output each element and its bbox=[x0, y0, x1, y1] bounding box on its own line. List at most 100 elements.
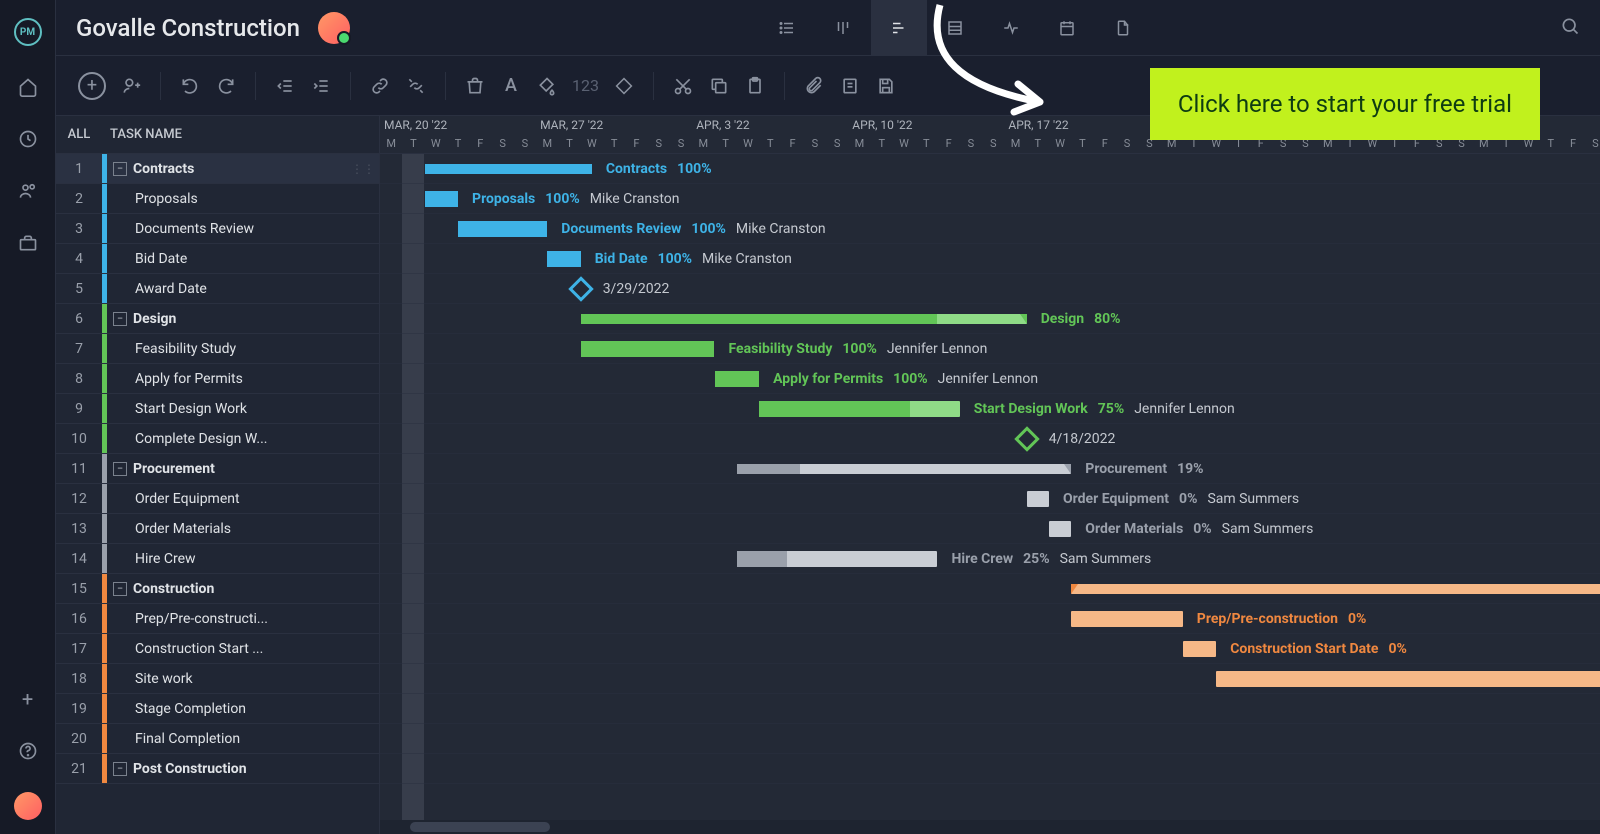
drag-handle-icon[interactable]: ⋮⋮ bbox=[351, 162, 375, 176]
link-icon[interactable] bbox=[369, 75, 391, 97]
cut-icon[interactable] bbox=[672, 75, 694, 97]
summary-bar[interactable] bbox=[737, 464, 1072, 474]
text-color-icon[interactable]: A bbox=[500, 75, 522, 97]
view-sheet-icon[interactable] bbox=[927, 0, 983, 56]
task-bar[interactable] bbox=[547, 251, 580, 267]
task-row[interactable]: 19 Stage Completion ⋮⋮ bbox=[56, 694, 379, 724]
task-row[interactable]: 11 − Procurement ⋮⋮ bbox=[56, 454, 379, 484]
cta-banner[interactable]: Click here to start your free trial bbox=[1150, 68, 1540, 140]
task-row[interactable]: 4 Bid Date ⋮⋮ bbox=[56, 244, 379, 274]
unlink-icon[interactable] bbox=[405, 75, 427, 97]
task-row[interactable]: 14 Hire Crew ⋮⋮ bbox=[56, 544, 379, 574]
task-bar[interactable] bbox=[759, 401, 960, 417]
horizontal-scrollbar[interactable] bbox=[380, 820, 1600, 834]
summary-bar[interactable] bbox=[1071, 584, 1600, 594]
view-list-icon[interactable] bbox=[759, 0, 815, 56]
assign-icon[interactable] bbox=[120, 75, 142, 97]
task-bar[interactable] bbox=[458, 221, 547, 237]
collapse-toggle[interactable]: − bbox=[113, 462, 127, 476]
add-icon[interactable]: + bbox=[17, 688, 39, 710]
view-gantt-icon[interactable] bbox=[871, 0, 927, 56]
note-icon[interactable] bbox=[839, 75, 861, 97]
view-board-icon[interactable] bbox=[815, 0, 871, 56]
bar-label: Prep/Pre-construction0% bbox=[1197, 611, 1367, 627]
paste-icon[interactable] bbox=[744, 75, 766, 97]
bar-pct-label: 100% bbox=[545, 191, 579, 207]
task-row[interactable]: 20 Final Completion ⋮⋮ bbox=[56, 724, 379, 754]
task-row[interactable]: 2 Proposals ⋮⋮ bbox=[56, 184, 379, 214]
task-row[interactable]: 9 Start Design Work ⋮⋮ bbox=[56, 394, 379, 424]
task-row[interactable]: 18 Site work ⋮⋮ bbox=[56, 664, 379, 694]
task-row[interactable]: 10 Complete Design W... ⋮⋮ bbox=[56, 424, 379, 454]
home-icon[interactable] bbox=[17, 76, 39, 98]
row-color-bar bbox=[102, 754, 107, 783]
attach-icon[interactable] bbox=[803, 75, 825, 97]
task-bar[interactable] bbox=[425, 191, 458, 207]
milestone-diamond[interactable] bbox=[568, 276, 593, 301]
row-number: 10 bbox=[56, 431, 102, 447]
collapse-toggle[interactable]: − bbox=[113, 582, 127, 596]
summary-bar[interactable] bbox=[425, 164, 592, 174]
task-row[interactable]: 5 Award Date ⋮⋮ bbox=[56, 274, 379, 304]
task-bar[interactable] bbox=[1216, 671, 1600, 687]
save-icon[interactable] bbox=[875, 75, 897, 97]
task-row[interactable]: 13 Order Materials ⋮⋮ bbox=[56, 514, 379, 544]
clock-icon[interactable] bbox=[17, 128, 39, 150]
view-file-icon[interactable] bbox=[1095, 0, 1151, 56]
task-bar[interactable] bbox=[715, 371, 760, 387]
task-bar[interactable] bbox=[1071, 611, 1183, 627]
summary-bar[interactable] bbox=[581, 314, 1027, 324]
task-bar[interactable] bbox=[1049, 521, 1071, 537]
row-color-bar bbox=[102, 394, 107, 423]
gantt-chart[interactable]: MAR, 20 '22MAR, 27 '22APR, 3 '22APR, 10 … bbox=[380, 116, 1600, 834]
row-color-bar bbox=[102, 484, 107, 513]
task-row[interactable]: 17 Construction Start ... ⋮⋮ bbox=[56, 634, 379, 664]
collapse-toggle[interactable]: − bbox=[113, 312, 127, 326]
row-color-bar bbox=[102, 154, 107, 183]
redo-icon[interactable] bbox=[215, 75, 237, 97]
help-icon[interactable] bbox=[17, 740, 39, 762]
row-number: 3 bbox=[56, 221, 102, 237]
collapse-toggle[interactable]: − bbox=[113, 762, 127, 776]
app-logo[interactable]: PM bbox=[14, 18, 42, 46]
gantt-row: Documents Review100%Mike Cranston bbox=[380, 214, 1600, 244]
delete-icon[interactable] bbox=[464, 75, 486, 97]
row-number: 1 bbox=[56, 161, 102, 177]
task-row[interactable]: 15 − Construction ⋮⋮ bbox=[56, 574, 379, 604]
project-owner-avatar[interactable] bbox=[318, 12, 350, 44]
collapse-toggle[interactable]: − bbox=[113, 162, 127, 176]
view-activity-icon[interactable] bbox=[983, 0, 1039, 56]
search-icon[interactable] bbox=[1560, 16, 1580, 40]
outdent-icon[interactable] bbox=[274, 75, 296, 97]
task-row[interactable]: 1 − Contracts ⋮⋮ bbox=[56, 154, 379, 184]
day-label: T bbox=[715, 137, 737, 150]
bar-task-label: Proposals bbox=[472, 191, 535, 207]
priority-icon[interactable] bbox=[613, 75, 635, 97]
task-bar[interactable] bbox=[737, 551, 938, 567]
task-row[interactable]: 7 Feasibility Study ⋮⋮ bbox=[56, 334, 379, 364]
task-row[interactable]: 16 Prep/Pre-constructi... ⋮⋮ bbox=[56, 604, 379, 634]
task-bar[interactable] bbox=[581, 341, 715, 357]
task-bar[interactable] bbox=[1183, 641, 1216, 657]
view-calendar-icon[interactable] bbox=[1039, 0, 1095, 56]
people-icon[interactable] bbox=[17, 180, 39, 202]
scroll-thumb[interactable] bbox=[410, 822, 550, 832]
fill-color-icon[interactable] bbox=[536, 75, 558, 97]
briefcase-icon[interactable] bbox=[17, 232, 39, 254]
undo-icon[interactable] bbox=[179, 75, 201, 97]
gantt-row: 4/18/2022 bbox=[380, 424, 1600, 454]
indent-icon[interactable] bbox=[310, 75, 332, 97]
task-row[interactable]: 3 Documents Review ⋮⋮ bbox=[56, 214, 379, 244]
task-row[interactable]: 8 Apply for Permits ⋮⋮ bbox=[56, 364, 379, 394]
day-label: F bbox=[938, 137, 960, 150]
task-row[interactable]: 12 Order Equipment ⋮⋮ bbox=[56, 484, 379, 514]
task-row[interactable]: 21 − Post Construction ⋮⋮ bbox=[56, 754, 379, 784]
task-bar[interactable] bbox=[1027, 491, 1049, 507]
milestone-diamond[interactable] bbox=[1014, 426, 1039, 451]
user-avatar-small[interactable] bbox=[14, 792, 42, 820]
column-task-name[interactable]: TASK NAME bbox=[102, 127, 182, 142]
task-row[interactable]: 6 − Design ⋮⋮ bbox=[56, 304, 379, 334]
copy-icon[interactable] bbox=[708, 75, 730, 97]
add-task-button[interactable]: + bbox=[78, 72, 106, 100]
column-all[interactable]: ALL bbox=[56, 127, 102, 142]
